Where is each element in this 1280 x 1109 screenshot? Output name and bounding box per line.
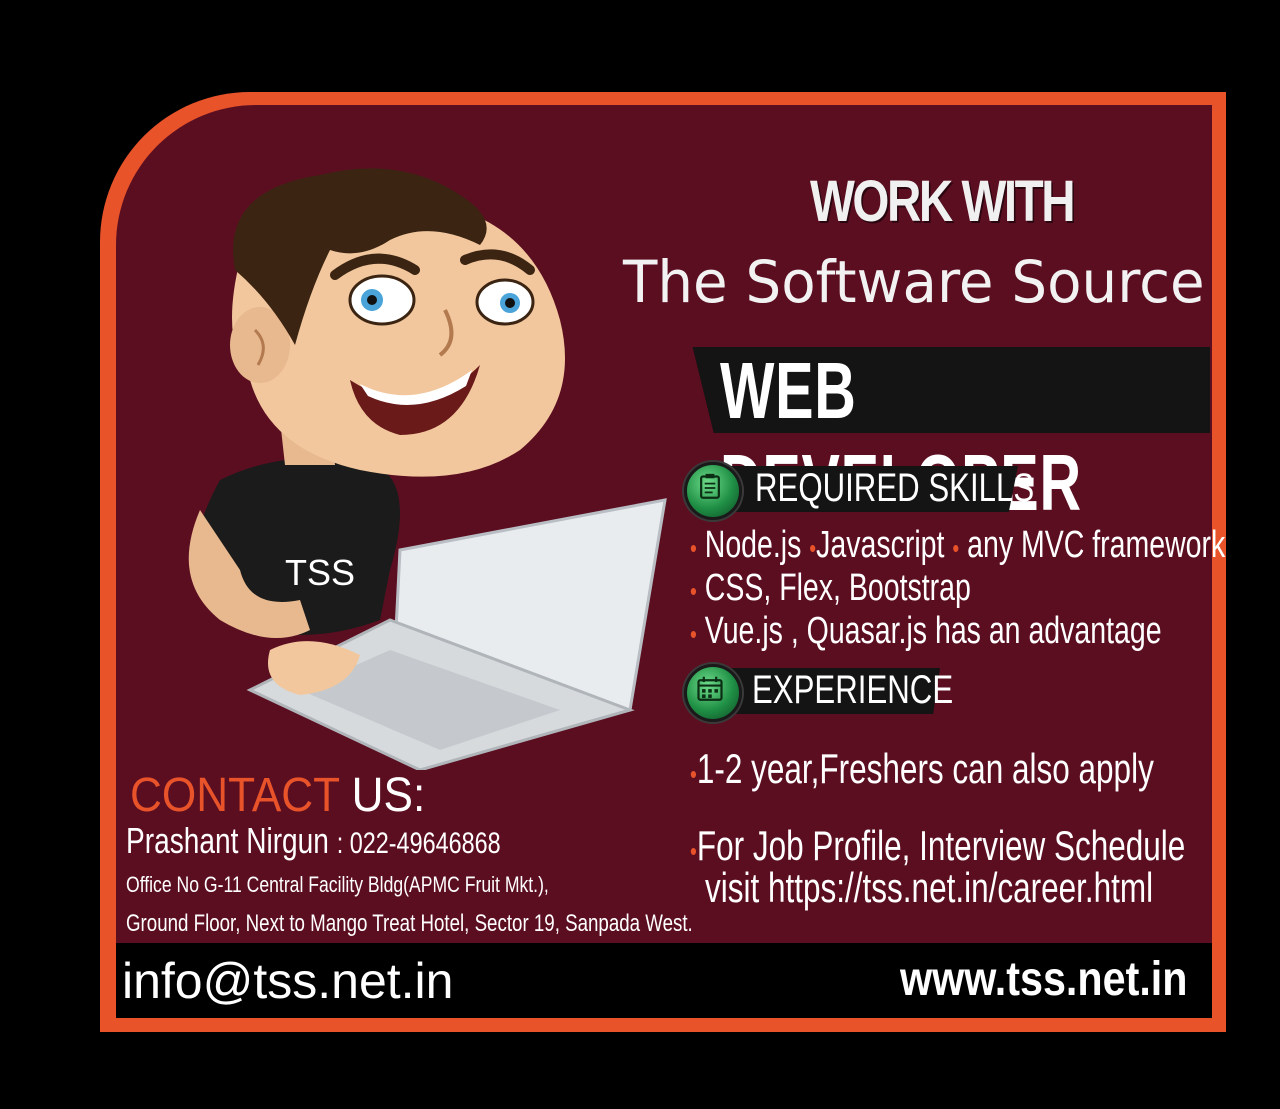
skill-item: Vue.js , Quasar.js has an advantage <box>704 610 1162 652</box>
website-link[interactable]: www.tss.net.in <box>900 952 1187 1007</box>
profile-text: For Job Profile, Interview Schedule <box>696 822 1186 869</box>
address-line-2: Ground Floor, Next to Mango Treat Hotel,… <box>126 910 693 937</box>
contact-person-line: Prashant Nirgun : 022-49646868 <box>126 820 501 862</box>
bullet-icon: • <box>690 576 697 606</box>
skill-item: CSS, Flex, Bootstrap <box>704 567 971 609</box>
skill-item: Node.js <box>704 524 802 566</box>
profile-line-1: •For Job Profile, Interview Schedule <box>690 822 1185 870</box>
contact-person: Prashant Nirgun <box>126 820 329 861</box>
skill-item: any MVC framework <box>967 524 1226 566</box>
contact-phone[interactable]: : 022-49646868 <box>337 827 501 860</box>
contact-heading: CONTACT US: <box>130 768 425 823</box>
skill-item: Javascript <box>816 524 945 566</box>
bullet-icon: • <box>690 619 697 649</box>
career-link[interactable]: visit https://tss.net.in/career.html <box>705 864 1153 912</box>
experience-detail: •1-2 year,Freshers can also apply <box>690 745 1154 793</box>
contact-word: CONTACT <box>130 769 340 822</box>
bullet-icon: • <box>952 533 960 563</box>
bullet-icon: • <box>690 533 697 563</box>
skill-line-2: • CSS, Flex, Bootstrap <box>690 567 971 610</box>
clipboard-icon <box>684 462 742 520</box>
address-line-1: Office No G-11 Central Facility Bldg(APM… <box>126 872 549 897</box>
skill-line-3: • Vue.js , Quasar.js has an advantage <box>690 610 1162 653</box>
company-name: The Software Source <box>623 248 1205 316</box>
calendar-icon <box>684 664 742 722</box>
email-link[interactable]: info@tss.net.in <box>122 952 453 1010</box>
shirt-text: TSS <box>285 552 355 593</box>
us-word: US: <box>351 769 426 822</box>
skills-heading: REQUIRED SKILLS <box>755 466 1035 510</box>
experience-text: 1-2 year,Freshers can also apply <box>696 745 1154 792</box>
developer-illustration: TSS <box>188 168 667 770</box>
work-with-heading: WORK WITH <box>810 169 1076 234</box>
skill-line-1: • Node.js •Javascript • any MVC framewor… <box>690 524 1225 567</box>
experience-heading: EXPERIENCE <box>752 668 954 712</box>
